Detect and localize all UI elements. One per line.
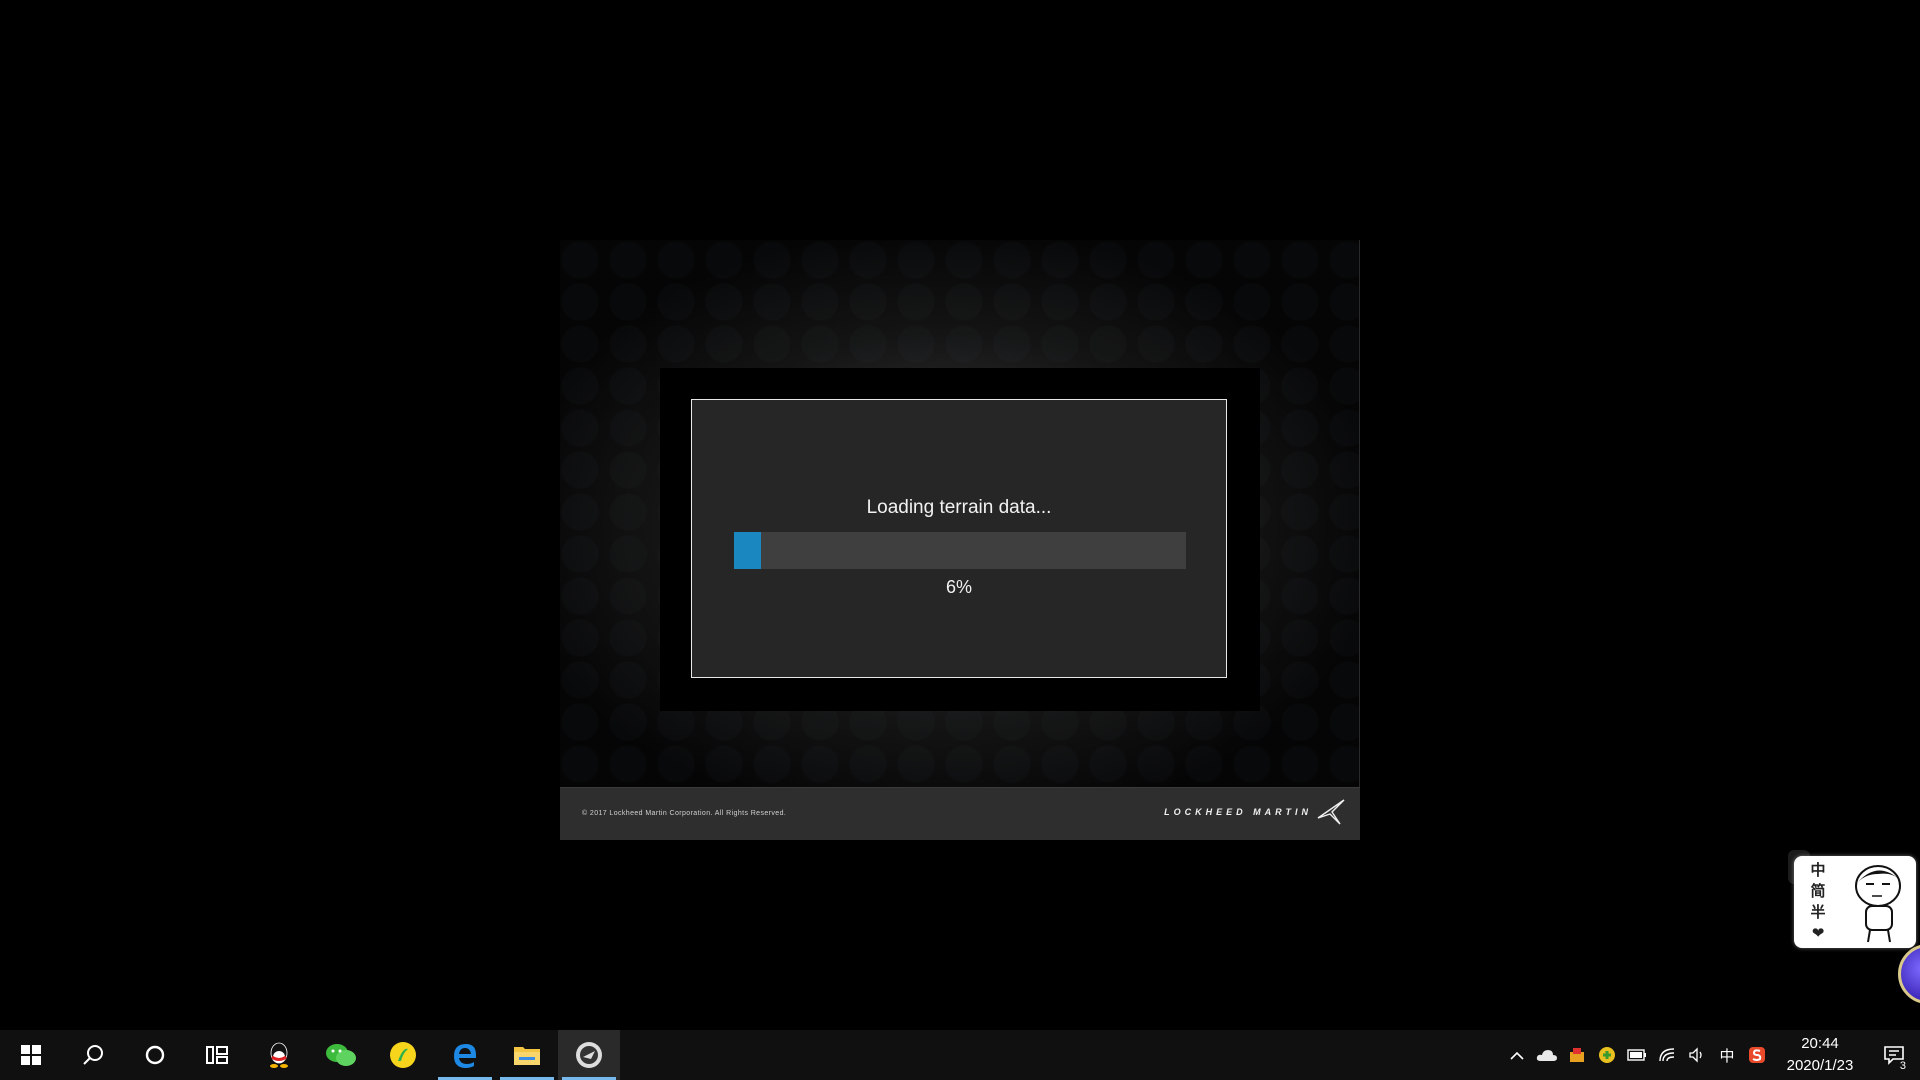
show-hidden-icons-button[interactable] <box>1502 1030 1532 1080</box>
ime-mode-char[interactable]: 中 <box>1808 860 1828 881</box>
splash-edge <box>1359 240 1360 840</box>
onedrive-tray[interactable] <box>1532 1030 1562 1080</box>
splash-window: Loading terrain data... 6% © 2017 Lockhe… <box>560 240 1360 840</box>
input-language-indicator[interactable]: 中 <box>1712 1030 1742 1080</box>
wechat-taskbar-button[interactable] <box>310 1030 372 1080</box>
security-icon <box>1599 1047 1615 1063</box>
simulator-taskbar-button[interactable] <box>558 1030 620 1080</box>
qq-taskbar-button[interactable] <box>248 1030 310 1080</box>
cortana-icon <box>145 1045 165 1065</box>
progress-percent-label: 6% <box>945 577 972 597</box>
brand-logo: LOCKHEED MARTIN <box>1164 798 1346 826</box>
sogou-icon <box>1749 1047 1765 1063</box>
taskbar-clock[interactable]: 20:44 2020/1/23 <box>1772 1033 1868 1077</box>
copyright-text: © 2017 Lockheed Martin Corporation. All … <box>582 810 787 817</box>
ime-halfwidth-char[interactable]: 半 <box>1808 902 1828 923</box>
chevron-up-icon <box>1510 1051 1524 1060</box>
network-tray[interactable] <box>1652 1030 1682 1080</box>
simulator-app-icon <box>576 1042 602 1068</box>
wechat-icon <box>326 1044 356 1066</box>
progress-bar <box>734 532 1186 569</box>
sogou-ime-tray[interactable] <box>1742 1030 1772 1080</box>
clock-time: 20:44 <box>1801 1035 1839 1052</box>
task-view-icon <box>206 1046 228 1064</box>
ime-heart-icon[interactable]: ❤ <box>1808 923 1828 944</box>
ime-mascot-icon <box>1855 865 1901 943</box>
action-center-button[interactable]: 3 <box>1868 1030 1920 1080</box>
search-icon <box>83 1045 103 1065</box>
notification-count: 3 <box>1899 1060 1906 1072</box>
brand-text: LOCKHEED MARTIN <box>1164 807 1312 817</box>
star-logo-icon <box>1317 799 1345 825</box>
assistant-orb[interactable] <box>1898 944 1920 1004</box>
app-tray-1[interactable] <box>1562 1030 1592 1080</box>
search-button[interactable] <box>62 1030 124 1080</box>
app-tray-2[interactable] <box>1592 1030 1622 1080</box>
splash-footer: © 2017 Lockheed Martin Corporation. All … <box>560 787 1360 840</box>
loading-dialog-frame: Loading terrain data... 6% <box>660 368 1260 711</box>
task-view-button[interactable] <box>186 1030 248 1080</box>
qq-music-taskbar-button[interactable] <box>372 1030 434 1080</box>
file-explorer-icon <box>514 1047 540 1065</box>
file-explorer-taskbar-button[interactable] <box>496 1030 558 1080</box>
system-tray: 中 20:44 2020/1/23 3 <box>1502 1030 1920 1080</box>
cloud-icon <box>1536 1050 1557 1061</box>
qq-game-icon <box>1570 1048 1584 1062</box>
loading-status-text: Loading terrain data... <box>866 497 1052 518</box>
battery-icon <box>1627 1049 1646 1061</box>
loading-dialog: Loading terrain data... 6% <box>691 399 1227 678</box>
qq-icon <box>270 1042 288 1068</box>
speaker-icon <box>1689 1047 1702 1063</box>
progress-bar-fill <box>734 532 762 569</box>
volume-tray[interactable] <box>1682 1030 1712 1080</box>
clock-date: 2020/1/23 <box>1786 1057 1854 1074</box>
battery-tray[interactable] <box>1622 1030 1652 1080</box>
ime-simplified-char[interactable]: 简 <box>1808 881 1828 902</box>
qq-music-icon <box>390 1042 416 1068</box>
ime-floating-widget[interactable]: 中 简 半 ❤ <box>1794 856 1916 948</box>
taskbar: 中 20:44 2020/1/23 3 <box>0 1030 1920 1080</box>
cortana-button[interactable] <box>124 1030 186 1080</box>
start-button[interactable] <box>0 1030 62 1080</box>
wifi-icon <box>1659 1048 1675 1062</box>
edge-icon <box>454 1044 476 1068</box>
windows-logo-icon <box>21 1045 41 1065</box>
edge-taskbar-button[interactable] <box>434 1030 496 1080</box>
